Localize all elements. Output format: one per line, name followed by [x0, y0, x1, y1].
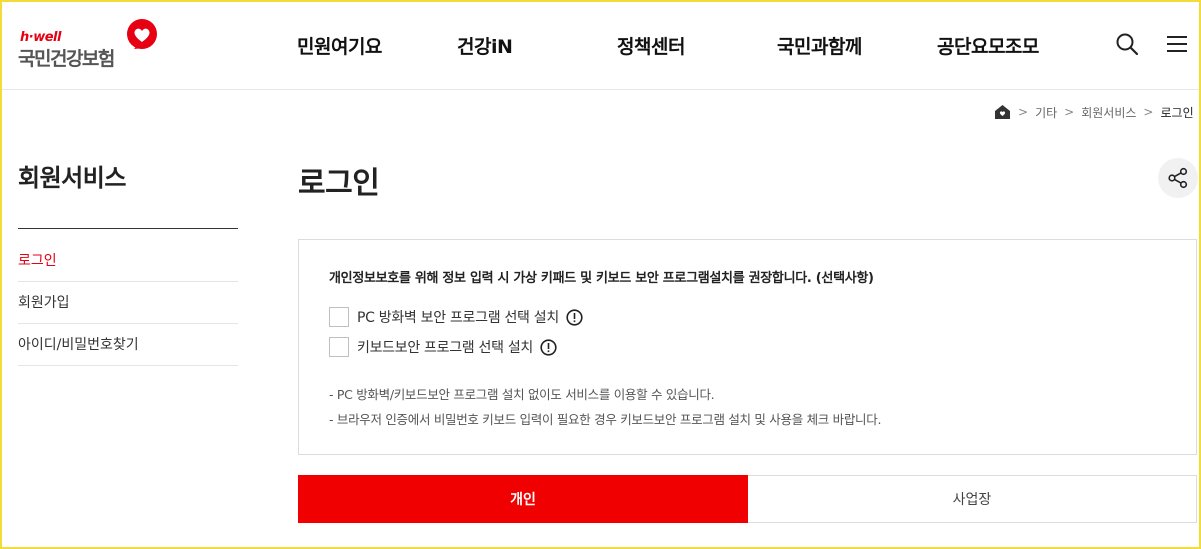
- nav-item-with-citizens[interactable]: 국민과함께: [777, 32, 862, 59]
- heart-icon: [127, 19, 157, 49]
- logo[interactable]: h·well 국민건강보험: [18, 18, 163, 70]
- breadcrumb-item-etc[interactable]: 기타: [1035, 104, 1057, 121]
- lnb-list: 로그인 회원가입 아이디/비밀번호찾기: [18, 240, 238, 366]
- nav-item-policy-center[interactable]: 정책센터: [617, 32, 685, 59]
- notice-title: 개인정보보호를 위해 정보 입력 시 가상 키패드 및 키보드 보안 프로그램설…: [329, 271, 874, 286]
- info-icon[interactable]: [566, 308, 583, 326]
- share-button[interactable]: [1158, 158, 1198, 198]
- firewall-option-label: PC 방화벽 보안 프로그램 선택 설치: [357, 310, 559, 326]
- logo-tagline: h·well: [20, 30, 61, 45]
- breadcrumb-separator: >: [1018, 105, 1029, 119]
- firewall-checkbox[interactable]: [329, 307, 349, 327]
- info-icon[interactable]: [540, 338, 557, 356]
- option-firewall[interactable]: PC 방화벽 보안 프로그램 선택 설치: [329, 307, 583, 327]
- breadcrumb: > 기타 > 회원서비스 > 로그인: [994, 103, 1194, 121]
- notice-note: - PC 방화벽/키보드보안 프로그램 설치 없이도 서비스를 이용할 수 있습…: [329, 387, 715, 402]
- tab-business[interactable]: 사업장: [748, 475, 1197, 523]
- keyboard-security-option-label: 키보드보안 프로그램 선택 설치: [357, 340, 533, 356]
- lnb-item-signup[interactable]: 회원가입: [18, 282, 238, 324]
- tab-personal[interactable]: 개인: [298, 475, 748, 523]
- keyboard-security-checkbox[interactable]: [329, 337, 349, 357]
- nav-item-about-corp[interactable]: 공단요모조모: [937, 32, 1039, 59]
- nav-item-civil-service[interactable]: 민원여기요: [297, 32, 382, 59]
- nav-item-health-in[interactable]: 건강iN: [457, 32, 513, 59]
- lnb-item-login[interactable]: 로그인: [18, 240, 238, 282]
- notice-note: - 브라우저 인증에서 비밀번호 키보드 입력이 필요한 경우 키보드보안 프로…: [329, 412, 882, 427]
- security-notice-box: 개인정보보호를 위해 정보 입력 시 가상 키패드 및 키보드 보안 프로그램설…: [298, 239, 1197, 455]
- hamburger-icon[interactable]: [1166, 33, 1188, 55]
- page-title: 로그인: [298, 166, 380, 201]
- lnb-item-find-id-password[interactable]: 아이디/비밀번호찾기: [18, 324, 238, 366]
- search-icon[interactable]: [1115, 32, 1139, 56]
- header-divider: [0, 89, 1201, 90]
- login-type-tabs: 개인 사업장: [298, 475, 1197, 523]
- logo-name: 국민건강보험: [18, 48, 115, 70]
- option-keyboard-security[interactable]: 키보드보안 프로그램 선택 설치: [329, 337, 557, 357]
- breadcrumb-separator: >: [1064, 105, 1075, 119]
- lnb-title: 회원서비스: [18, 164, 126, 192]
- share-icon: [1168, 167, 1188, 189]
- breadcrumb-item-current: 로그인: [1160, 105, 1194, 120]
- breadcrumb-separator: >: [1143, 105, 1154, 119]
- home-icon[interactable]: [994, 104, 1011, 120]
- lnb-divider: [18, 228, 238, 229]
- breadcrumb-item-member-service[interactable]: 회원서비스: [1081, 104, 1136, 121]
